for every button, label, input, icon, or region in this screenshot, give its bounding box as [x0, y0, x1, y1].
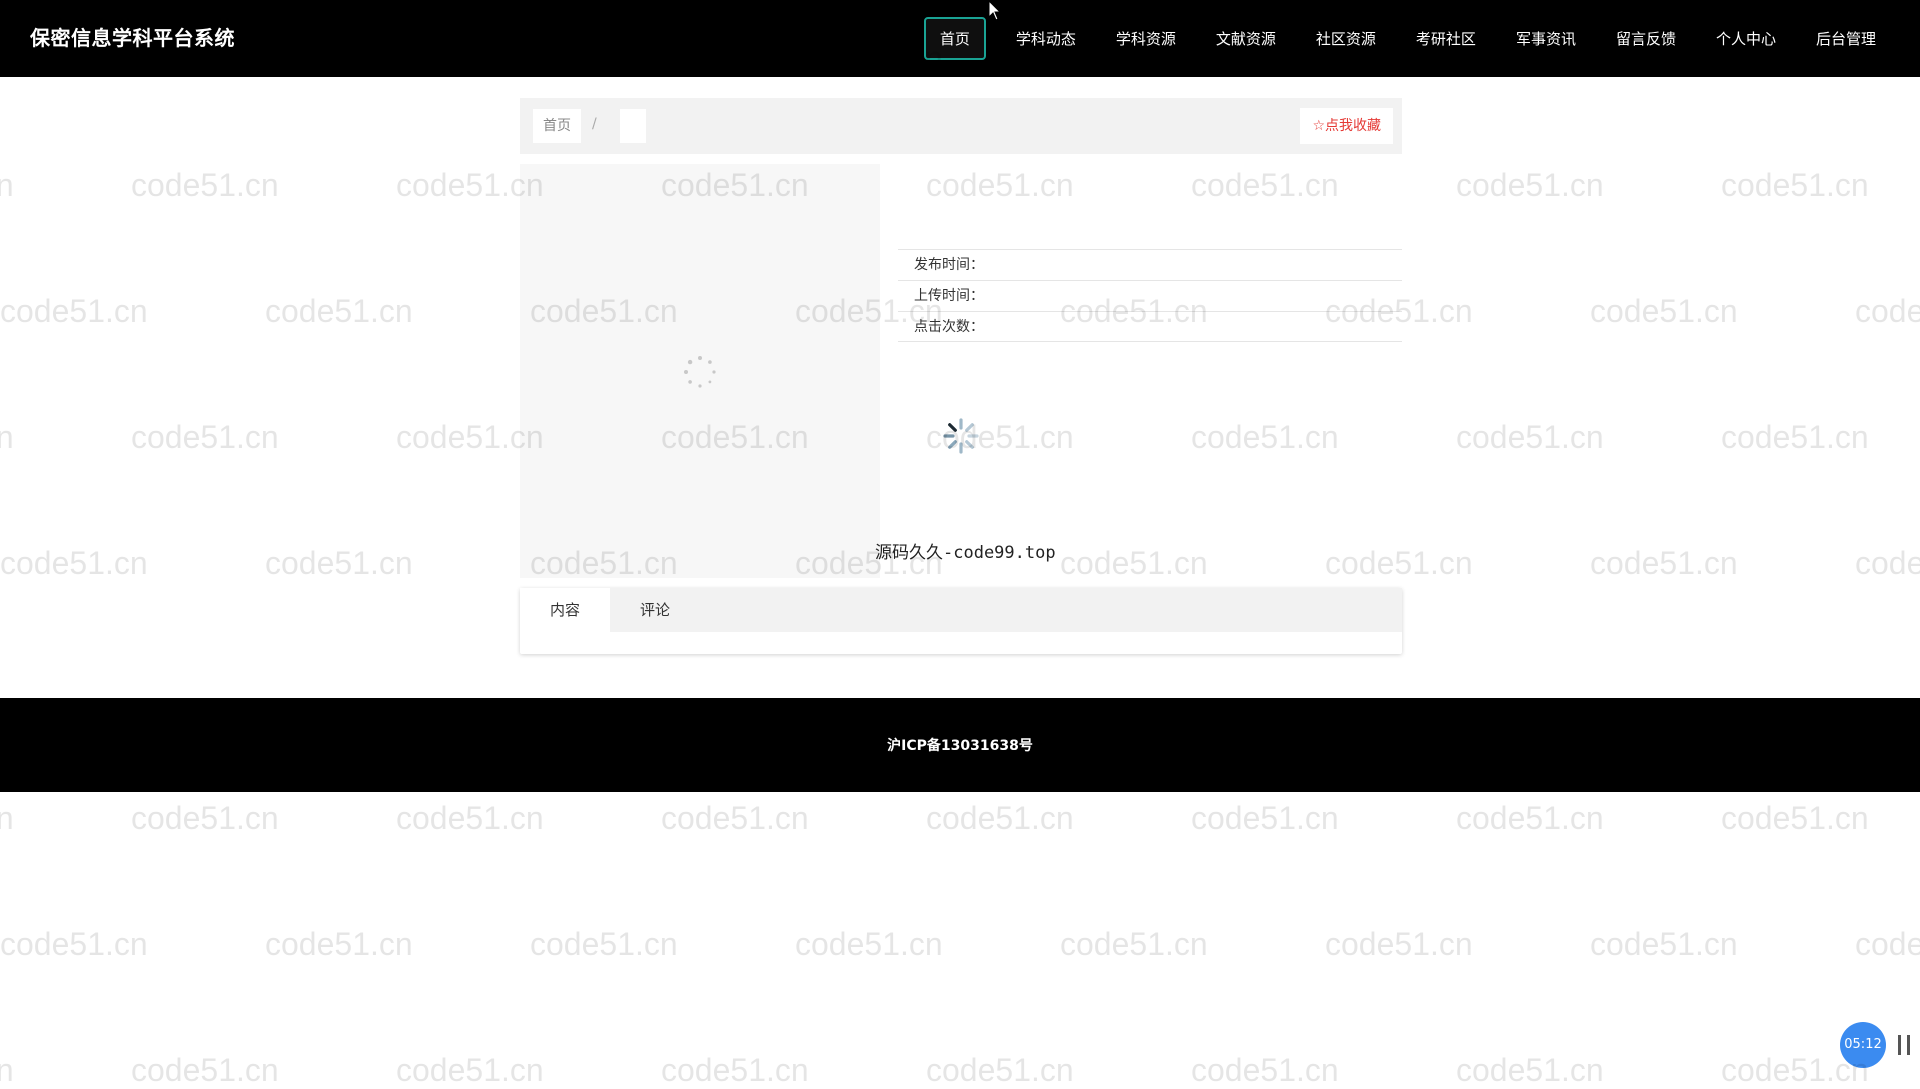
click-count-label: 点击次数：: [914, 319, 984, 335]
watermark-text: code51.cn: [1590, 926, 1738, 962]
watermark-text: code51.cn: [926, 800, 1074, 836]
watermark-text: code51.cn: [1191, 1052, 1339, 1088]
info-table: 发布时间： 上传时间： 点击次数：: [898, 249, 1402, 342]
tab-content[interactable]: 内容: [520, 588, 611, 632]
nav-item-user-center[interactable]: 个人中心: [1706, 19, 1786, 58]
watermark-text: code51.cn: [1590, 293, 1738, 329]
pause-icon[interactable]: [1898, 1035, 1920, 1055]
tab-strip: 内容 评论: [520, 588, 1402, 632]
watermark-text: code51.cn: [1456, 800, 1604, 836]
watermark-text: code51.cn: [396, 800, 544, 836]
watermark-text: code51.cn: [265, 293, 413, 329]
upload-time-row: 上传时间：: [898, 280, 1402, 311]
watermark-text: code51.cn: [0, 167, 14, 203]
watermark-text: code51.cn: [0, 545, 148, 581]
source-watermark-text: 源码久久-code99.top: [875, 543, 1056, 563]
mouse-cursor-icon: [988, 0, 1002, 21]
watermark-text: code51.cn: [1191, 800, 1339, 836]
nav-item-exam-community[interactable]: 考研社区: [1406, 19, 1486, 58]
nav-item-community-resources[interactable]: 社区资源: [1306, 19, 1386, 58]
watermark-text: code51.cn: [1855, 545, 1920, 581]
upload-time-label: 上传时间：: [914, 288, 984, 304]
cover-image-placeholder: [520, 164, 880, 578]
watermark-text: code51.cn: [0, 926, 148, 962]
watermark-text: code51.cn: [1325, 926, 1473, 962]
breadcrumb-current[interactable]: [620, 109, 646, 143]
detail-container: 首页 / ☆点我收藏 发布时间： 上传时间： 点击次数：: [520, 98, 1402, 578]
footer: 沪ICP备13031638号: [0, 698, 1920, 792]
watermark-text: code51.cn: [0, 419, 14, 455]
watermark-text: code51.cn: [265, 926, 413, 962]
watermark-text: code51.cn: [1721, 800, 1869, 836]
watermark-text: code51.cn: [530, 926, 678, 962]
watermark-text: code51.cn: [1721, 167, 1869, 203]
publish-time-row: 发布时间：: [898, 249, 1402, 280]
watermark-text: code51.cn: [1456, 419, 1604, 455]
watermark-text: code51.cn: [661, 800, 809, 836]
watermark-text: code51.cn: [661, 1052, 809, 1088]
click-count-row: 点击次数：: [898, 311, 1402, 342]
icp-record[interactable]: 沪ICP备13031638号: [887, 735, 1033, 755]
page-loading-spinner-icon: [943, 418, 979, 454]
watermark-text: code51.cn: [1855, 926, 1920, 962]
nav-item-feedback[interactable]: 留言反馈: [1606, 19, 1686, 58]
nav-item-home[interactable]: 首页: [923, 17, 986, 60]
nav-item-literature[interactable]: 文献资源: [1206, 19, 1286, 58]
nav-item-admin[interactable]: 后台管理: [1806, 19, 1886, 58]
watermark-text: code51.cn: [396, 1052, 544, 1088]
main-nav: 首页 学科动态 学科资源 文献资源 社区资源 考研社区 军事资讯 留言反馈 个人…: [914, 0, 1896, 77]
watermark-text: code51.cn: [1721, 419, 1869, 455]
detail-body: 发布时间： 上传时间： 点击次数：: [520, 154, 1402, 578]
watermark-text: code51.cn: [795, 926, 943, 962]
site-title[interactable]: 保密信息学科平台系统: [30, 22, 235, 51]
nav-item-subject-resources[interactable]: 学科资源: [1106, 19, 1186, 58]
content-tabs: 内容 评论: [520, 588, 1402, 654]
publish-time-label: 发布时间：: [914, 257, 984, 273]
watermark-text: code51.cn: [926, 1052, 1074, 1088]
video-player-controls: 05:12: [1840, 1022, 1920, 1068]
watermark-text: code51.cn: [265, 545, 413, 581]
watermark-text: code51.cn: [0, 293, 148, 329]
watermark-text: code51.cn: [1590, 545, 1738, 581]
watermark-text: code51.cn: [0, 1052, 14, 1088]
breadcrumb: 首页 / ☆点我收藏: [520, 98, 1402, 154]
nav-item-subject-news[interactable]: 学科动态: [1006, 19, 1086, 58]
tab-comments[interactable]: 评论: [610, 588, 700, 632]
watermark-text: code51.cn: [1456, 1052, 1604, 1088]
watermark-text: code51.cn: [131, 800, 279, 836]
watermark-text: code51.cn: [131, 167, 279, 203]
watermark-text: code51.cn: [0, 800, 14, 836]
watermark-text: code51.cn: [1855, 293, 1920, 329]
top-navbar: 保密信息学科平台系统 首页 学科动态 学科资源 文献资源 社区资源 考研社区 军…: [0, 0, 1920, 77]
image-loading-spinner-icon: [684, 356, 716, 388]
nav-item-military-news[interactable]: 军事资讯: [1506, 19, 1586, 58]
watermark-text: code51.cn: [131, 419, 279, 455]
favorite-button[interactable]: ☆点我收藏: [1300, 108, 1393, 144]
breadcrumb-separator: /: [592, 116, 597, 132]
watermark-text: code51.cn: [1456, 167, 1604, 203]
playback-timer[interactable]: 05:12: [1840, 1022, 1886, 1068]
watermark-text: code51.cn: [1060, 926, 1208, 962]
breadcrumb-home[interactable]: 首页: [533, 109, 581, 143]
watermark-text: code51.cn: [131, 1052, 279, 1088]
